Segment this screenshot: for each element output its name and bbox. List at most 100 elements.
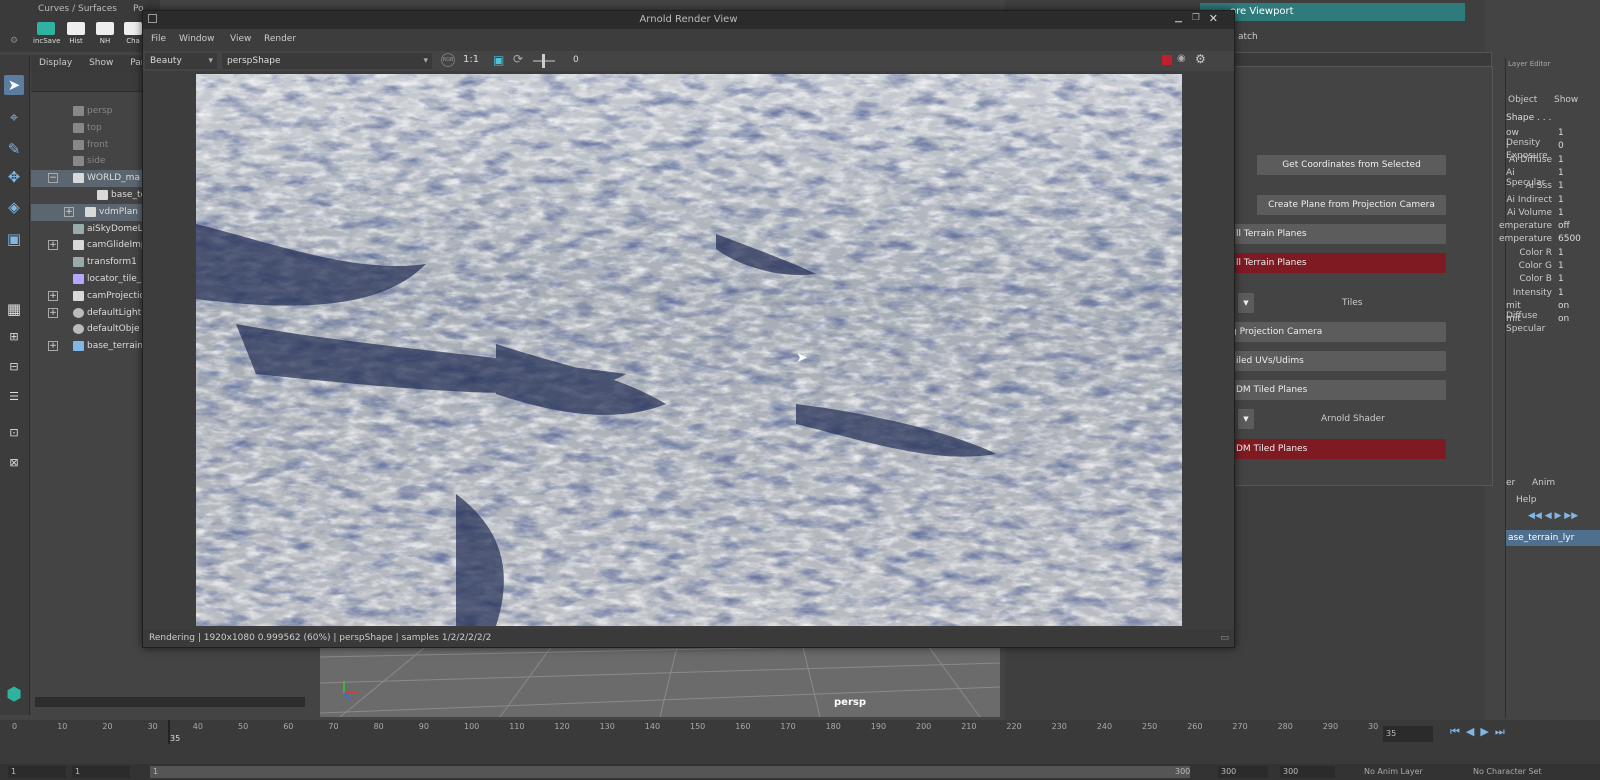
channel-name[interactable]: mit Specular [1506, 314, 1552, 334]
arv-menu-view[interactable]: View [230, 34, 251, 44]
channel-name[interactable]: Ai Volume [1507, 208, 1552, 218]
move-tool-icon[interactable]: ✥ [4, 167, 24, 187]
expand-icon[interactable]: + [48, 290, 58, 301]
layout-hypershade-icon[interactable]: ⊠ [4, 453, 24, 473]
channel-name[interactable]: Color R [1519, 248, 1552, 258]
gear-icon[interactable]: ⚙ [1195, 52, 1206, 66]
projection-camera-button[interactable]: g Projection Camera [1211, 322, 1446, 342]
layer-tab-display[interactable]: er [1506, 478, 1515, 488]
channel-value[interactable]: 1 [1558, 128, 1564, 138]
delete-vdm-planes-button[interactable]: DM Tiled Planes [1211, 439, 1446, 459]
aov-select[interactable]: Beauty ▾ [145, 53, 217, 69]
character-set-select[interactable]: No Character Set [1473, 767, 1542, 776]
paint-tool-icon[interactable]: ✎ [4, 139, 24, 159]
shelf-button-nh[interactable]: NH [92, 22, 118, 50]
channel-name[interactable]: Ai Sss [1525, 181, 1552, 191]
range-slider-bar[interactable]: 1 [150, 766, 1190, 778]
range-end-field[interactable]: 300 [1218, 766, 1268, 778]
close-icon[interactable]: ✕ [1209, 12, 1218, 25]
statusbar-icon[interactable]: ▭ [1220, 629, 1229, 647]
range-start-field[interactable]: 1 [8, 766, 66, 778]
anim-layer-select[interactable]: No Anim Layer [1364, 767, 1423, 776]
channel-value[interactable]: 1 [1558, 248, 1564, 258]
collapse-icon[interactable]: − [48, 173, 58, 184]
channel-value[interactable]: 1 [1558, 274, 1564, 284]
lasso-tool-icon[interactable]: ⌖ [4, 107, 24, 127]
expand-icon[interactable]: + [48, 341, 58, 352]
animation-end-field[interactable]: 300 [1280, 766, 1335, 778]
channel-value[interactable]: 1 [1558, 168, 1564, 178]
ipr-icon[interactable]: ◉ [1177, 53, 1186, 64]
channel-value[interactable]: 6500 [1558, 234, 1581, 244]
maximize-icon[interactable]: ❐ [1192, 13, 1200, 23]
arv-menu-render[interactable]: Render [264, 34, 296, 44]
ratio-button[interactable]: 1:1 [463, 54, 479, 65]
layout-four-icon[interactable]: ⊞ [4, 327, 24, 347]
vdm-tiled-planes-button[interactable]: DM Tiled Planes [1211, 380, 1446, 400]
refresh-icon[interactable]: ⟳ [513, 52, 523, 66]
outliner-menu-show[interactable]: Show [89, 58, 113, 68]
channel-name[interactable]: Intensity [1513, 288, 1552, 298]
delete-terrain-planes-button[interactable]: ll Terrain Planes [1211, 253, 1446, 273]
playback-controls-icon[interactable]: ⏮◀▶⏭ [1450, 725, 1511, 739]
playback-start-field[interactable]: 1 [72, 766, 130, 778]
layer-nav-icons[interactable]: ◀◀ ◀ ▶ ▶▶ [1528, 511, 1578, 521]
current-frame-field[interactable]: 35 [1383, 726, 1433, 742]
shelf-tab-curves[interactable]: Curves / Surfaces [38, 4, 117, 14]
dock-tab-fragment[interactable]: atch [1238, 32, 1258, 42]
shelf-button-incsave[interactable]: incSave [33, 22, 60, 50]
channel-value[interactable]: 0 [1558, 141, 1564, 151]
channel-name[interactable]: emperature [1499, 234, 1552, 244]
timeline[interactable]: 0 10 20 30 40 50 60 70 80 90 100 110 120 130 140 150 160… [0, 720, 1600, 780]
channel-name[interactable]: Color B [1519, 274, 1552, 284]
channel-value[interactable]: 1 [1558, 208, 1564, 218]
layer-item[interactable]: ase_terrain_lyr [1506, 530, 1600, 546]
arv-titlebar[interactable]: Arnold Render View ▁ ❐ ✕ [143, 11, 1234, 29]
stop-render-icon[interactable] [1162, 55, 1172, 65]
channel-name[interactable]: emperature [1499, 221, 1552, 231]
channel-name[interactable]: Ai Indirect [1506, 195, 1552, 205]
arv-menu-file[interactable]: File [151, 34, 166, 44]
arv-menu-window[interactable]: Window [179, 34, 215, 44]
tiles-dropdown[interactable]: ▼ [1238, 293, 1254, 313]
channel-value[interactable]: 1 [1558, 195, 1564, 205]
channel-value[interactable]: 1 [1558, 288, 1564, 298]
channel-tab-object[interactable]: Object [1508, 95, 1537, 105]
outliner-menu-display[interactable]: Display [39, 58, 72, 68]
frame-icon[interactable]: ▣ [493, 53, 504, 67]
exposure-slider-handle[interactable] [542, 54, 545, 68]
layout-outliner-icon[interactable]: ☰ [4, 387, 24, 407]
srgb-icon[interactable]: RGB [441, 53, 455, 67]
expand-icon[interactable]: + [64, 206, 74, 217]
render-image[interactable]: ➤ [196, 74, 1182, 626]
channel-name[interactable]: Ai Diffuse [1509, 155, 1552, 165]
channel-value[interactable]: on [1558, 301, 1569, 311]
get-coordinates-button[interactable]: Get Coordinates from Selected [1257, 155, 1446, 175]
shelf-gear-icon[interactable]: ⚙ [10, 36, 18, 46]
channel-name[interactable]: Color G [1519, 261, 1552, 271]
layer-tab-anim[interactable]: Anim [1532, 478, 1555, 488]
camera-select[interactable]: perspShape ▾ [222, 53, 432, 69]
channel-tab-show[interactable]: Show [1554, 95, 1578, 105]
layout-single-icon[interactable]: ▦ [4, 299, 24, 319]
layer-help-menu[interactable]: Help [1516, 495, 1537, 505]
expand-icon[interactable]: + [48, 307, 58, 318]
channel-value[interactable]: 1 [1558, 155, 1564, 165]
layout-two-icon[interactable]: ⊟ [4, 357, 24, 377]
restore-viewport-button[interactable]: ore Viewport [1200, 3, 1465, 21]
tiled-uvs-button[interactable]: iled UVs/Udims [1211, 351, 1446, 371]
create-plane-button[interactable]: Create Plane from Projection Camera [1257, 195, 1446, 215]
outliner-scrollbar[interactable] [35, 697, 305, 707]
channel-value[interactable]: 1 [1558, 261, 1564, 271]
select-tool-icon[interactable]: ➤ [4, 75, 24, 95]
select-terrain-planes-button[interactable]: ll Terrain Planes [1211, 224, 1446, 244]
playback-end-field[interactable]: 300 [1172, 766, 1202, 778]
rotate-tool-icon[interactable]: ◈ [4, 197, 24, 217]
shader-dropdown[interactable]: ▼ [1238, 409, 1254, 429]
minimize-icon[interactable]: ▁ [1175, 13, 1182, 23]
layout-graph-icon[interactable]: ⊡ [4, 423, 24, 443]
shelf-button-hist[interactable]: Hist [63, 22, 89, 50]
channel-value[interactable]: on [1558, 314, 1569, 324]
channel-value[interactable]: off [1558, 221, 1570, 231]
expand-icon[interactable]: + [48, 240, 58, 251]
